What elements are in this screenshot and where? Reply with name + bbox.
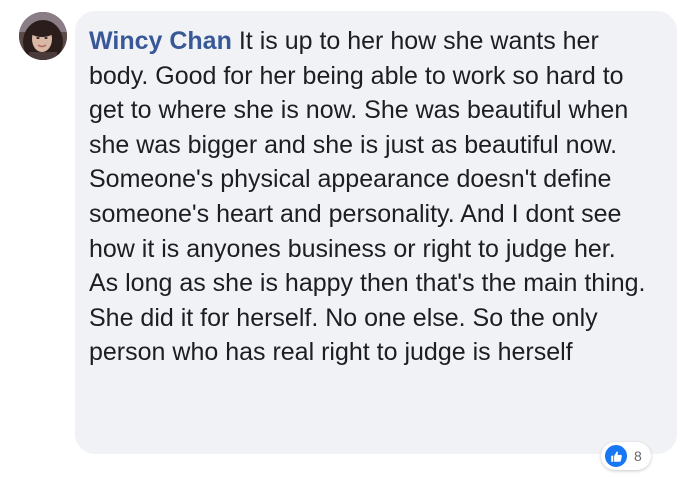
reactions-summary[interactable]: 8 bbox=[601, 442, 651, 470]
comment-text: Wincy Chan It is up to her how she wants … bbox=[89, 24, 661, 370]
avatar[interactable] bbox=[19, 12, 67, 60]
reaction-count: 8 bbox=[634, 448, 642, 464]
comment-bubble: Wincy Chan It is up to her how she wants … bbox=[75, 11, 677, 454]
like-icon bbox=[604, 444, 628, 468]
avatar-photo bbox=[19, 12, 67, 60]
facebook-comment: Wincy Chan It is up to her how she wants … bbox=[0, 0, 700, 479]
comment-body: It is up to her how she wants her body. … bbox=[89, 27, 646, 367]
comment-author-name[interactable]: Wincy Chan bbox=[89, 27, 232, 55]
